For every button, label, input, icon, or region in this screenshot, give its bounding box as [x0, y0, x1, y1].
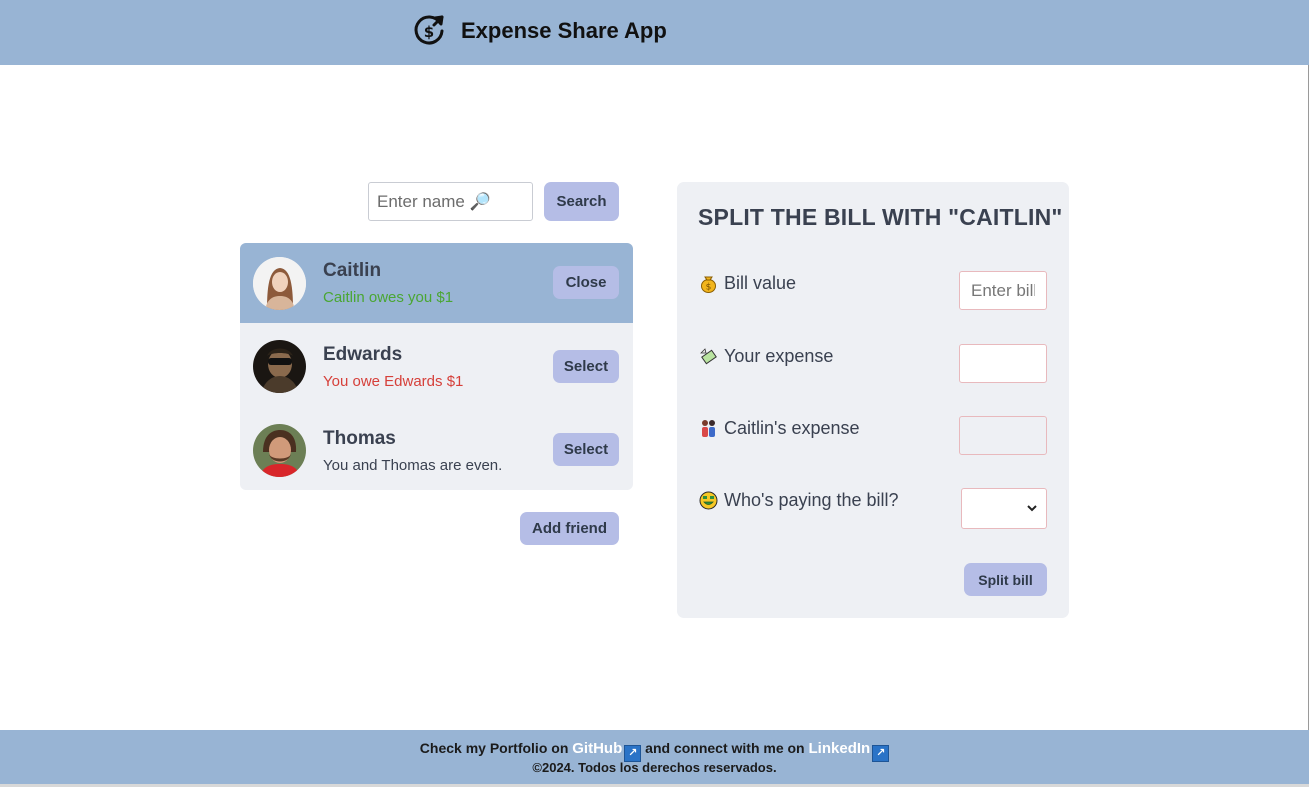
bill-value-input[interactable]: [959, 271, 1047, 310]
your-expense-label: Your expense: [699, 346, 833, 367]
avatar: [253, 424, 306, 477]
payer-select[interactable]: [961, 488, 1047, 529]
avatar: [253, 257, 306, 310]
payer-label: Who's paying the bill?: [699, 490, 899, 511]
friend-name: Thomas: [323, 428, 396, 449]
money-mouth-face-icon: [699, 491, 718, 510]
friends-list: Caitlin Caitlin owes you $1 Close Edward…: [240, 243, 633, 490]
dollar-refresh-icon: $: [414, 15, 444, 45]
friend-item-caitlin[interactable]: Caitlin Caitlin owes you $1 Close: [240, 243, 633, 323]
select-friend-button[interactable]: Select: [553, 433, 619, 466]
your-expense-text: Your expense: [724, 346, 834, 366]
footer: Check my Portfolio on GitHub ↗ and connec…: [0, 730, 1309, 784]
copyright: ©2024. Todos los derechos reservados.: [532, 760, 777, 775]
linkedin-link[interactable]: LinkedIn: [809, 740, 871, 757]
close-friend-button[interactable]: Close: [553, 266, 619, 299]
chevron-down-icon: [1027, 505, 1037, 512]
your-expense-input[interactable]: [959, 344, 1047, 383]
split-bill-button[interactable]: Split bill: [964, 563, 1047, 596]
friend-name: Edwards: [323, 344, 403, 365]
add-friend-button[interactable]: Add friend: [520, 512, 619, 545]
friend-name: Caitlin: [323, 260, 382, 281]
split-bill-form: SPLIT THE BILL WITH "CAITLIN" $ Bill val…: [677, 182, 1069, 618]
friend-item-thomas[interactable]: Thomas You and Thomas are even. Select: [240, 410, 633, 490]
friend-expense-text: Caitlin's expense: [724, 418, 860, 438]
footer-links-line: Check my Portfolio on GitHub ↗ and connec…: [0, 740, 1309, 762]
svg-text:$: $: [706, 283, 712, 293]
brand: $ Expense Share App: [411, 13, 667, 49]
avatar: [253, 340, 306, 393]
form-title: SPLIT THE BILL WITH "CAITLIN": [698, 204, 1063, 230]
friend-expense-label: Caitlin's expense: [699, 418, 860, 439]
friend-balance: You and Thomas are even.: [323, 457, 503, 474]
app-header: $ Expense Share App: [0, 0, 1309, 65]
people-holding-hands-icon: [702, 420, 715, 437]
money-bag-icon: $: [701, 276, 716, 293]
bill-value-label: $ Bill value: [699, 273, 796, 294]
friend-item-edwards[interactable]: Edwards You owe Edwards $1 Select: [240, 327, 633, 407]
select-friend-button[interactable]: Select: [553, 350, 619, 383]
github-link[interactable]: GitHub: [572, 740, 622, 757]
search-input[interactable]: [368, 182, 533, 221]
footer-text: and connect with me on: [645, 740, 805, 756]
friend-balance: You owe Edwards $1: [323, 373, 464, 390]
svg-text:$: $: [424, 23, 434, 41]
friend-balance: Caitlin owes you $1: [323, 289, 454, 306]
bill-value-text: Bill value: [724, 273, 797, 293]
app-title: Expense Share App: [461, 18, 667, 43]
money-with-wings-icon: [700, 348, 717, 365]
friend-expense-input: [959, 416, 1047, 455]
footer-text: Check my Portfolio on: [419, 740, 569, 756]
payer-text: Who's paying the bill?: [724, 490, 899, 510]
search-button[interactable]: Search: [544, 182, 619, 221]
